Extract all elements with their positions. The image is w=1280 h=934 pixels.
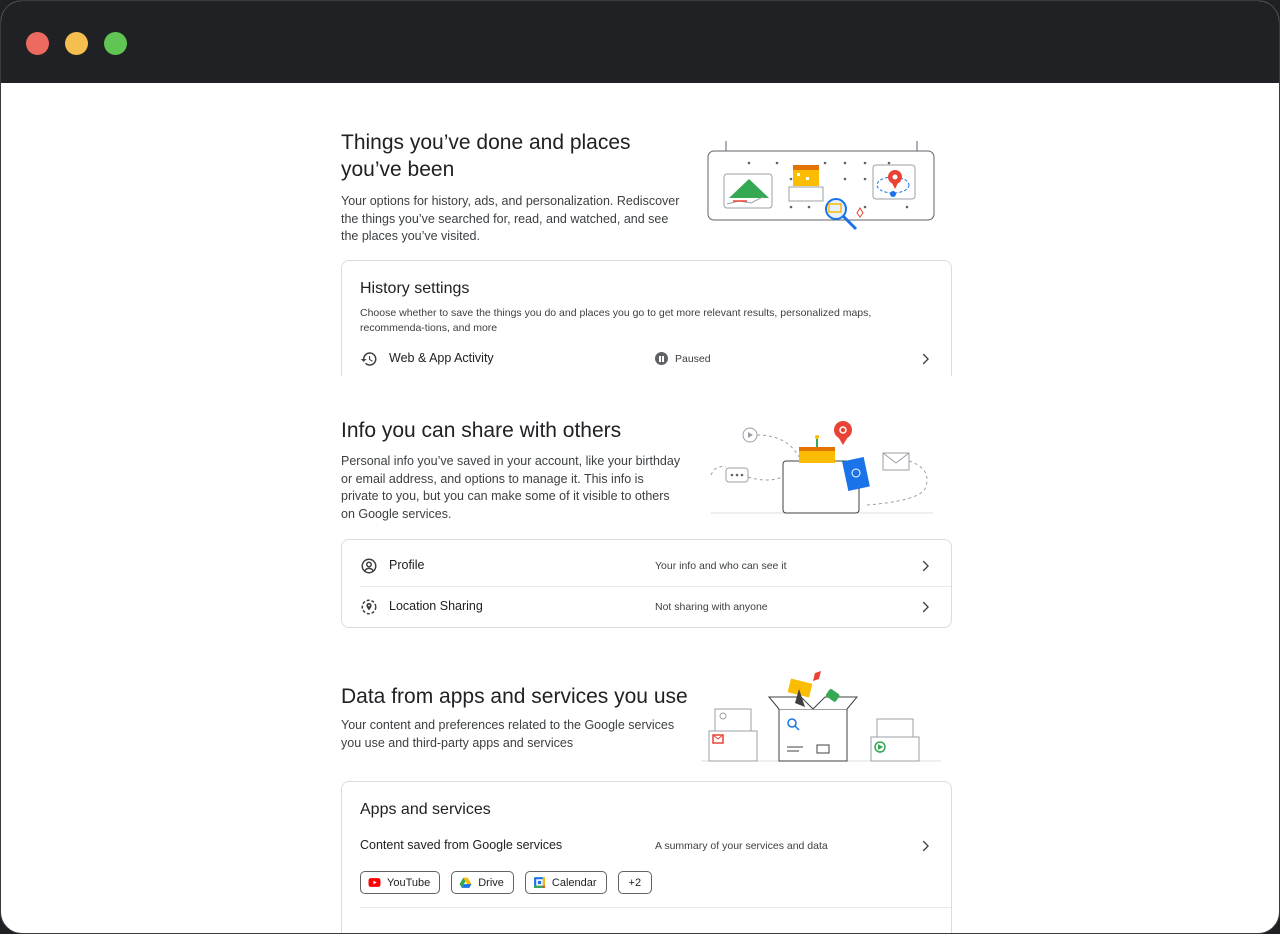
share-illustration: [710, 421, 933, 514]
location-sharing-value: Not sharing with anyone: [655, 601, 768, 613]
service-chips: YouTube Drive Calendar +2: [360, 871, 653, 894]
web-app-activity-row[interactable]: Web & App Activity Paused: [342, 339, 951, 379]
history-settings-description: Choose whether to save the things you do…: [360, 307, 872, 334]
drive-icon: [459, 877, 472, 888]
more-services-label: +2: [628, 876, 642, 889]
more-services-chip[interactable]: +2: [617, 871, 653, 894]
chevron-right-icon: [922, 601, 929, 613]
data-section-description: Your content and preferences related to …: [341, 718, 675, 750]
page-content: Things you’ve done and places you’ve bee…: [1, 83, 1279, 933]
location-sharing-label: Location Sharing: [389, 599, 483, 613]
calendar-chip[interactable]: Calendar: [524, 871, 607, 894]
chevron-right-icon: [922, 353, 929, 365]
youtube-chip-label: YouTube: [387, 876, 431, 889]
history-section-description: Your options for history, ads, and perso…: [341, 194, 680, 243]
apps-and-services-card: Apps and services Content saved from Goo…: [341, 781, 952, 933]
web-app-activity-status: Paused: [655, 352, 711, 365]
browser-window: Things you’ve done and places you’ve bee…: [0, 0, 1280, 934]
apps-and-services-heading: Apps and services: [360, 801, 491, 818]
youtube-icon: [368, 878, 381, 887]
profile-row[interactable]: Profile Your info and who can see it: [342, 546, 951, 586]
apps-illustration: [701, 671, 941, 762]
content-saved-row[interactable]: Content saved from Google services A sum…: [342, 826, 951, 866]
profile-label: Profile: [389, 558, 425, 572]
youtube-chip[interactable]: YouTube: [360, 871, 441, 894]
content-saved-value: A summary of your services and data: [655, 840, 828, 852]
title-bar: [1, 1, 1279, 83]
drive-chip-label: Drive: [478, 876, 504, 889]
chevron-right-icon: [922, 840, 929, 852]
calendar-icon: [533, 877, 545, 888]
content-saved-label: Content saved from Google services: [360, 838, 563, 852]
share-card: Profile Your info and who can see it Loc…: [341, 539, 952, 628]
history-settings-card: History settings Choose whether to save …: [341, 260, 952, 376]
status-text: Paused: [675, 352, 711, 365]
card-divider: [360, 907, 951, 908]
close-window-button[interactable]: [26, 32, 49, 55]
profile-icon: [361, 558, 377, 574]
minimize-window-button[interactable]: [65, 32, 88, 55]
history-illustration: [707, 141, 935, 231]
calendar-chip-label: Calendar: [551, 876, 597, 889]
profile-value: Your info and who can see it: [655, 560, 787, 572]
location-sharing-icon: [361, 599, 377, 615]
web-app-activity-label: Web & App Activity: [389, 351, 494, 365]
maximize-window-button[interactable]: [104, 32, 127, 55]
history-settings-heading: History settings: [360, 280, 470, 297]
share-section-description: Personal info you’ve saved in your accou…: [341, 454, 681, 521]
chevron-right-icon: [922, 560, 929, 572]
pause-icon: [655, 352, 668, 365]
drive-chip[interactable]: Drive: [451, 871, 514, 894]
history-icon: [360, 352, 377, 366]
location-sharing-row[interactable]: Location Sharing Not sharing with anyone: [342, 587, 951, 627]
